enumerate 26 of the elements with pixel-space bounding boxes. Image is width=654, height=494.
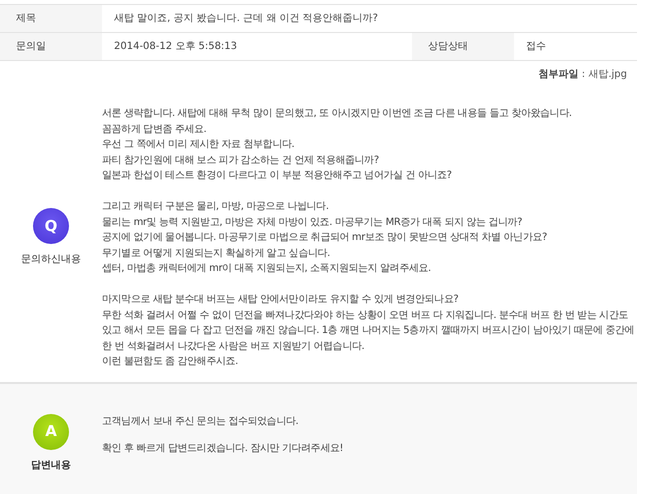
field-value: 접수 [525, 40, 547, 54]
answer-badge: A [33, 414, 69, 450]
body-text: 그리고 캐릭터 구분은 물리, 마방, 마공으로 나뉩니다. [102, 200, 330, 214]
body-text: 꼼꼼하게 답변좀 주세요. [102, 122, 208, 136]
body-text: 우선 그 쪽에서 미리 제시한 자료 첨부합니다. [102, 138, 296, 152]
body-text: 파티 참가인원에 대해 보스 피가 감소하는 건 언제 적용해줍니까? [102, 154, 380, 168]
body-text: 이런 불편함도 좀 감안해주시죠. [102, 355, 239, 369]
body-text: 일본과 한섭이 테스트 환경이 다르다고 이 부분 적용안해주고 넘어가실 건 아니죠? [102, 169, 452, 183]
question-badge: Q [33, 208, 69, 244]
field-label: 제목 [0, 5, 102, 32]
attachment-text: 첨부파일 : 새탑.jpg [538, 69, 627, 80]
body-text: 공지에 없기에 물어봅니다. 마공무기로 마법으로 취급되어 mr보조 많이 못받으면 상대적 차별 아닌가요? [102, 231, 548, 245]
field-value: 2014-08-12 오후 5:58:13 [113, 40, 238, 54]
section-caption: 문의하신내용 [21, 253, 81, 268]
field-label: 문의일 [0, 33, 102, 60]
field-value: 새탑 말이죠, 공지 봤습니다. 근데 왜 이건 적용안해줍니까? [113, 12, 379, 26]
body-text: 마지막으로 새탑 분수대 버프는 새탑 안에서만이라도 유지할 수 있게 변경안되나요? [102, 293, 460, 307]
body-text: 물리는 mr및 능력 지원받고, 마방은 자체 마방이 있죠. 마공무기는 MR증가 대폭 되지 않는 겁니까? [102, 216, 524, 230]
body-text: 확인 후 빠르게 답변드리겠습니다. 잠시만 기다려주세요! [102, 442, 344, 456]
body-text: 고객님께서 보내 주신 문의는 접수되었습니다. [102, 414, 300, 428]
body-text: 서론 생략합니다. 새탑에 대해 무척 많이 문의했고, 또 아시겠지만 이번엔 조금 다른 내용들 들고 찾아왔습니다. [102, 107, 573, 121]
section-caption: 답변내용 [31, 458, 71, 472]
field-label: 상담상태 [412, 33, 514, 60]
body-text: 셉터, 마법총 캐릭터에게 mr이 대폭 지원되는지, 소폭지원되는지 알려주세요. [102, 262, 432, 276]
body-text: 무기별로 어떻게 지원되는지 확실하게 알고 싶습니다. [102, 246, 331, 260]
body-text: 무한 석화 걸려서 어쩔 수 없이 던전을 빠져나갔다와야 하는 상황이 오면 버프 다 지워집니다. 분수대 버프 한 번 받는 시간도 있고 해서 모든 몹을 다 잡고 던전을 깨진 않습니다. 1층 깨면 나머지는 5층까지 깰때까지 버프시간이 남아있기 때문에 중간에 한 번 석화걸려서 나갔다온 사람은 버프 지원받기 어렵습니다. [102, 308, 636, 354]
